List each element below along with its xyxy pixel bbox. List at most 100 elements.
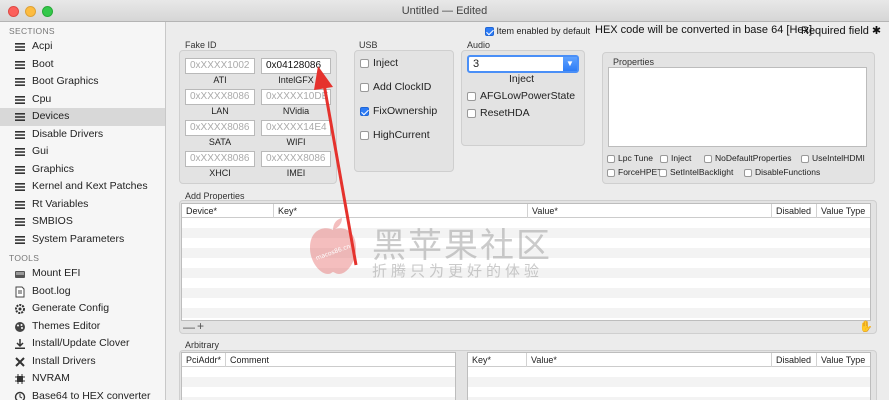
checkbox-box[interactable] (659, 168, 667, 177)
checkbox-label: HighCurrent (373, 129, 430, 141)
audio-inject-caption: Inject (509, 73, 535, 85)
fake-id-sata-field[interactable]: 0xXXXX8086 (185, 120, 255, 136)
list-icon (14, 41, 26, 53)
chevron-down-icon[interactable]: ▼ (563, 57, 577, 71)
arbitrary-label: Arbitrary (185, 340, 220, 350)
checkbox-box[interactable] (360, 130, 369, 140)
arbitrary-left-table[interactable]: PciAddr* Comment (181, 352, 456, 400)
prop-inject-checkbox[interactable]: Inject (660, 153, 691, 163)
fake-id-xhci-caption: XHCI (209, 168, 231, 178)
section-rt-variables[interactable]: Rt Variables (0, 196, 165, 214)
prop-setintelbacklight-checkbox[interactable]: SetIntelBacklight (659, 167, 733, 177)
tool-generate-config[interactable]: Generate Config (0, 300, 165, 318)
section-smbios[interactable]: SMBIOS (0, 213, 165, 231)
checkbox-box[interactable] (467, 91, 476, 101)
section-system-parameters[interactable]: System Parameters (0, 231, 165, 249)
prop-forcehpet-checkbox[interactable]: ForceHPET (607, 167, 662, 177)
checkbox-box[interactable] (360, 106, 369, 116)
section-disable-drivers[interactable]: Disable Drivers (0, 126, 165, 144)
section-kernel-and-kext-patches[interactable]: Kernel and Kext Patches (0, 178, 165, 196)
column-value[interactable]: Value* (528, 204, 772, 218)
audio-afglowpowerstate-checkbox[interactable]: AFGLowPowerState (467, 90, 575, 102)
column-pciaddr[interactable]: PciAddr* (182, 353, 226, 367)
tool-mount-efi[interactable]: Mount EFI (0, 265, 165, 283)
checkbox-box[interactable] (744, 168, 752, 177)
section-gui[interactable]: Gui (0, 143, 165, 161)
prop-useintelhdmi-checkbox[interactable]: UseIntelHDMI (801, 153, 865, 163)
fake-id-ati-field[interactable]: 0xXXXX1002 (185, 58, 255, 74)
add-row-button[interactable]: + (197, 319, 204, 333)
section-cpu[interactable]: Cpu (0, 91, 165, 109)
checkbox-box[interactable] (360, 58, 369, 68)
usb-inject-checkbox[interactable]: Inject (360, 57, 398, 69)
fake-id-nvidia-field[interactable]: 0xXXXX10DE (261, 89, 331, 105)
fake-id-lan-field[interactable]: 0xXXXX8086 (185, 89, 255, 105)
add-properties-table[interactable]: Device* Key* Value* Disabled Value Type (181, 203, 871, 321)
prop-disablefunctions-checkbox[interactable]: DisableFunctions (744, 167, 820, 177)
table-row[interactable] (182, 288, 870, 298)
list-icon (14, 59, 26, 71)
list-icon (14, 216, 26, 228)
column-disabled[interactable]: Disabled (772, 353, 817, 367)
hex-note: HEX code will be converted in base 64 [H… (595, 24, 813, 36)
tool-nvram[interactable]: NVRAM (0, 370, 165, 388)
tool-themes-editor[interactable]: Themes Editor (0, 318, 165, 336)
checkbox-box[interactable] (467, 108, 476, 118)
prop-nodefaultproperties-checkbox[interactable]: NoDefaultProperties (704, 153, 792, 163)
tool-boot-log[interactable]: Boot.log (0, 283, 165, 301)
column-value[interactable]: Value* (527, 353, 772, 367)
table-row[interactable] (182, 228, 870, 238)
section-boot[interactable]: Boot (0, 56, 165, 74)
column-key[interactable]: Key* (468, 353, 527, 367)
usb-add-clockid-checkbox[interactable]: Add ClockID (360, 81, 431, 93)
fake-id-xhci-field[interactable]: 0xXXXX8086 (185, 151, 255, 167)
audio-inject-select[interactable]: 3 ▼ (467, 55, 579, 73)
column-comment[interactable]: Comment (226, 353, 455, 367)
section-acpi[interactable]: Acpi (0, 38, 165, 56)
checkbox-box[interactable] (607, 154, 615, 163)
table-row[interactable] (182, 377, 455, 387)
arbitrary-right-table[interactable]: Key* Value* Disabled Value Type (467, 352, 871, 400)
checkbox-box[interactable] (801, 154, 809, 163)
checkbox-box[interactable] (607, 168, 615, 177)
checkbox-box[interactable] (660, 154, 668, 163)
table-row[interactable] (182, 248, 870, 258)
audio-resethda-checkbox[interactable]: ResetHDA (467, 107, 530, 119)
list-icon (14, 76, 26, 88)
remove-row-button[interactable]: — (183, 320, 195, 334)
column-value-type[interactable]: Value Type (817, 353, 870, 367)
properties-textarea[interactable] (608, 67, 867, 147)
fake-id-imei-field[interactable]: 0xXXXX8086 (261, 151, 331, 167)
section-boot-graphics[interactable]: Boot Graphics (0, 73, 165, 91)
section-devices[interactable]: Devices (0, 108, 165, 126)
tool-install-drivers[interactable]: Install Drivers (0, 353, 165, 371)
column-key[interactable]: Key* (274, 204, 528, 218)
tools-list: Mount EFI Boot.log Generate Config Themes E… (0, 265, 165, 400)
column-value-type[interactable]: Value Type (817, 204, 870, 218)
fake-id-wifi-field[interactable]: 0xXXXX14E4 (261, 120, 331, 136)
enabled-default-legend: Item enabled by default (485, 26, 590, 37)
hand-icon[interactable]: ✋ (859, 320, 873, 333)
table-row[interactable] (468, 377, 870, 387)
usb-highcurrent-checkbox[interactable]: HighCurrent (360, 129, 430, 141)
tool-base64-to-hex-converter[interactable]: Base64 to HEX converter (0, 388, 165, 400)
checkbox-box[interactable] (704, 154, 712, 163)
download-icon (14, 338, 26, 350)
sidebar-item-label: NVRAM (32, 372, 70, 384)
table-row[interactable] (182, 308, 870, 318)
section-graphics[interactable]: Graphics (0, 161, 165, 179)
checkbox-box[interactable] (360, 82, 369, 92)
tool-install-update-clover[interactable]: Install/Update Clover (0, 335, 165, 353)
arbitrary-right-header: Key* Value* Disabled Value Type (468, 353, 870, 367)
table-row[interactable] (182, 268, 870, 278)
column-device[interactable]: Device* (182, 204, 274, 218)
usb-fixownership-checkbox[interactable]: FixOwnership (360, 105, 437, 117)
fake-id-nvidia-caption: NVidia (282, 106, 310, 116)
sidebar-item-label: SMBIOS (32, 215, 73, 227)
prop-lpc-tune-checkbox[interactable]: Lpc Tune (607, 153, 653, 163)
column-disabled[interactable]: Disabled (772, 204, 817, 218)
list-icon (14, 181, 26, 193)
sidebar-item-label: Cpu (32, 92, 52, 105)
sections-list: Acpi Boot Boot Graphics Cpu Devices Disable D… (0, 38, 165, 248)
fake-id-intelgfx-field[interactable]: 0x04128086 (261, 58, 331, 74)
